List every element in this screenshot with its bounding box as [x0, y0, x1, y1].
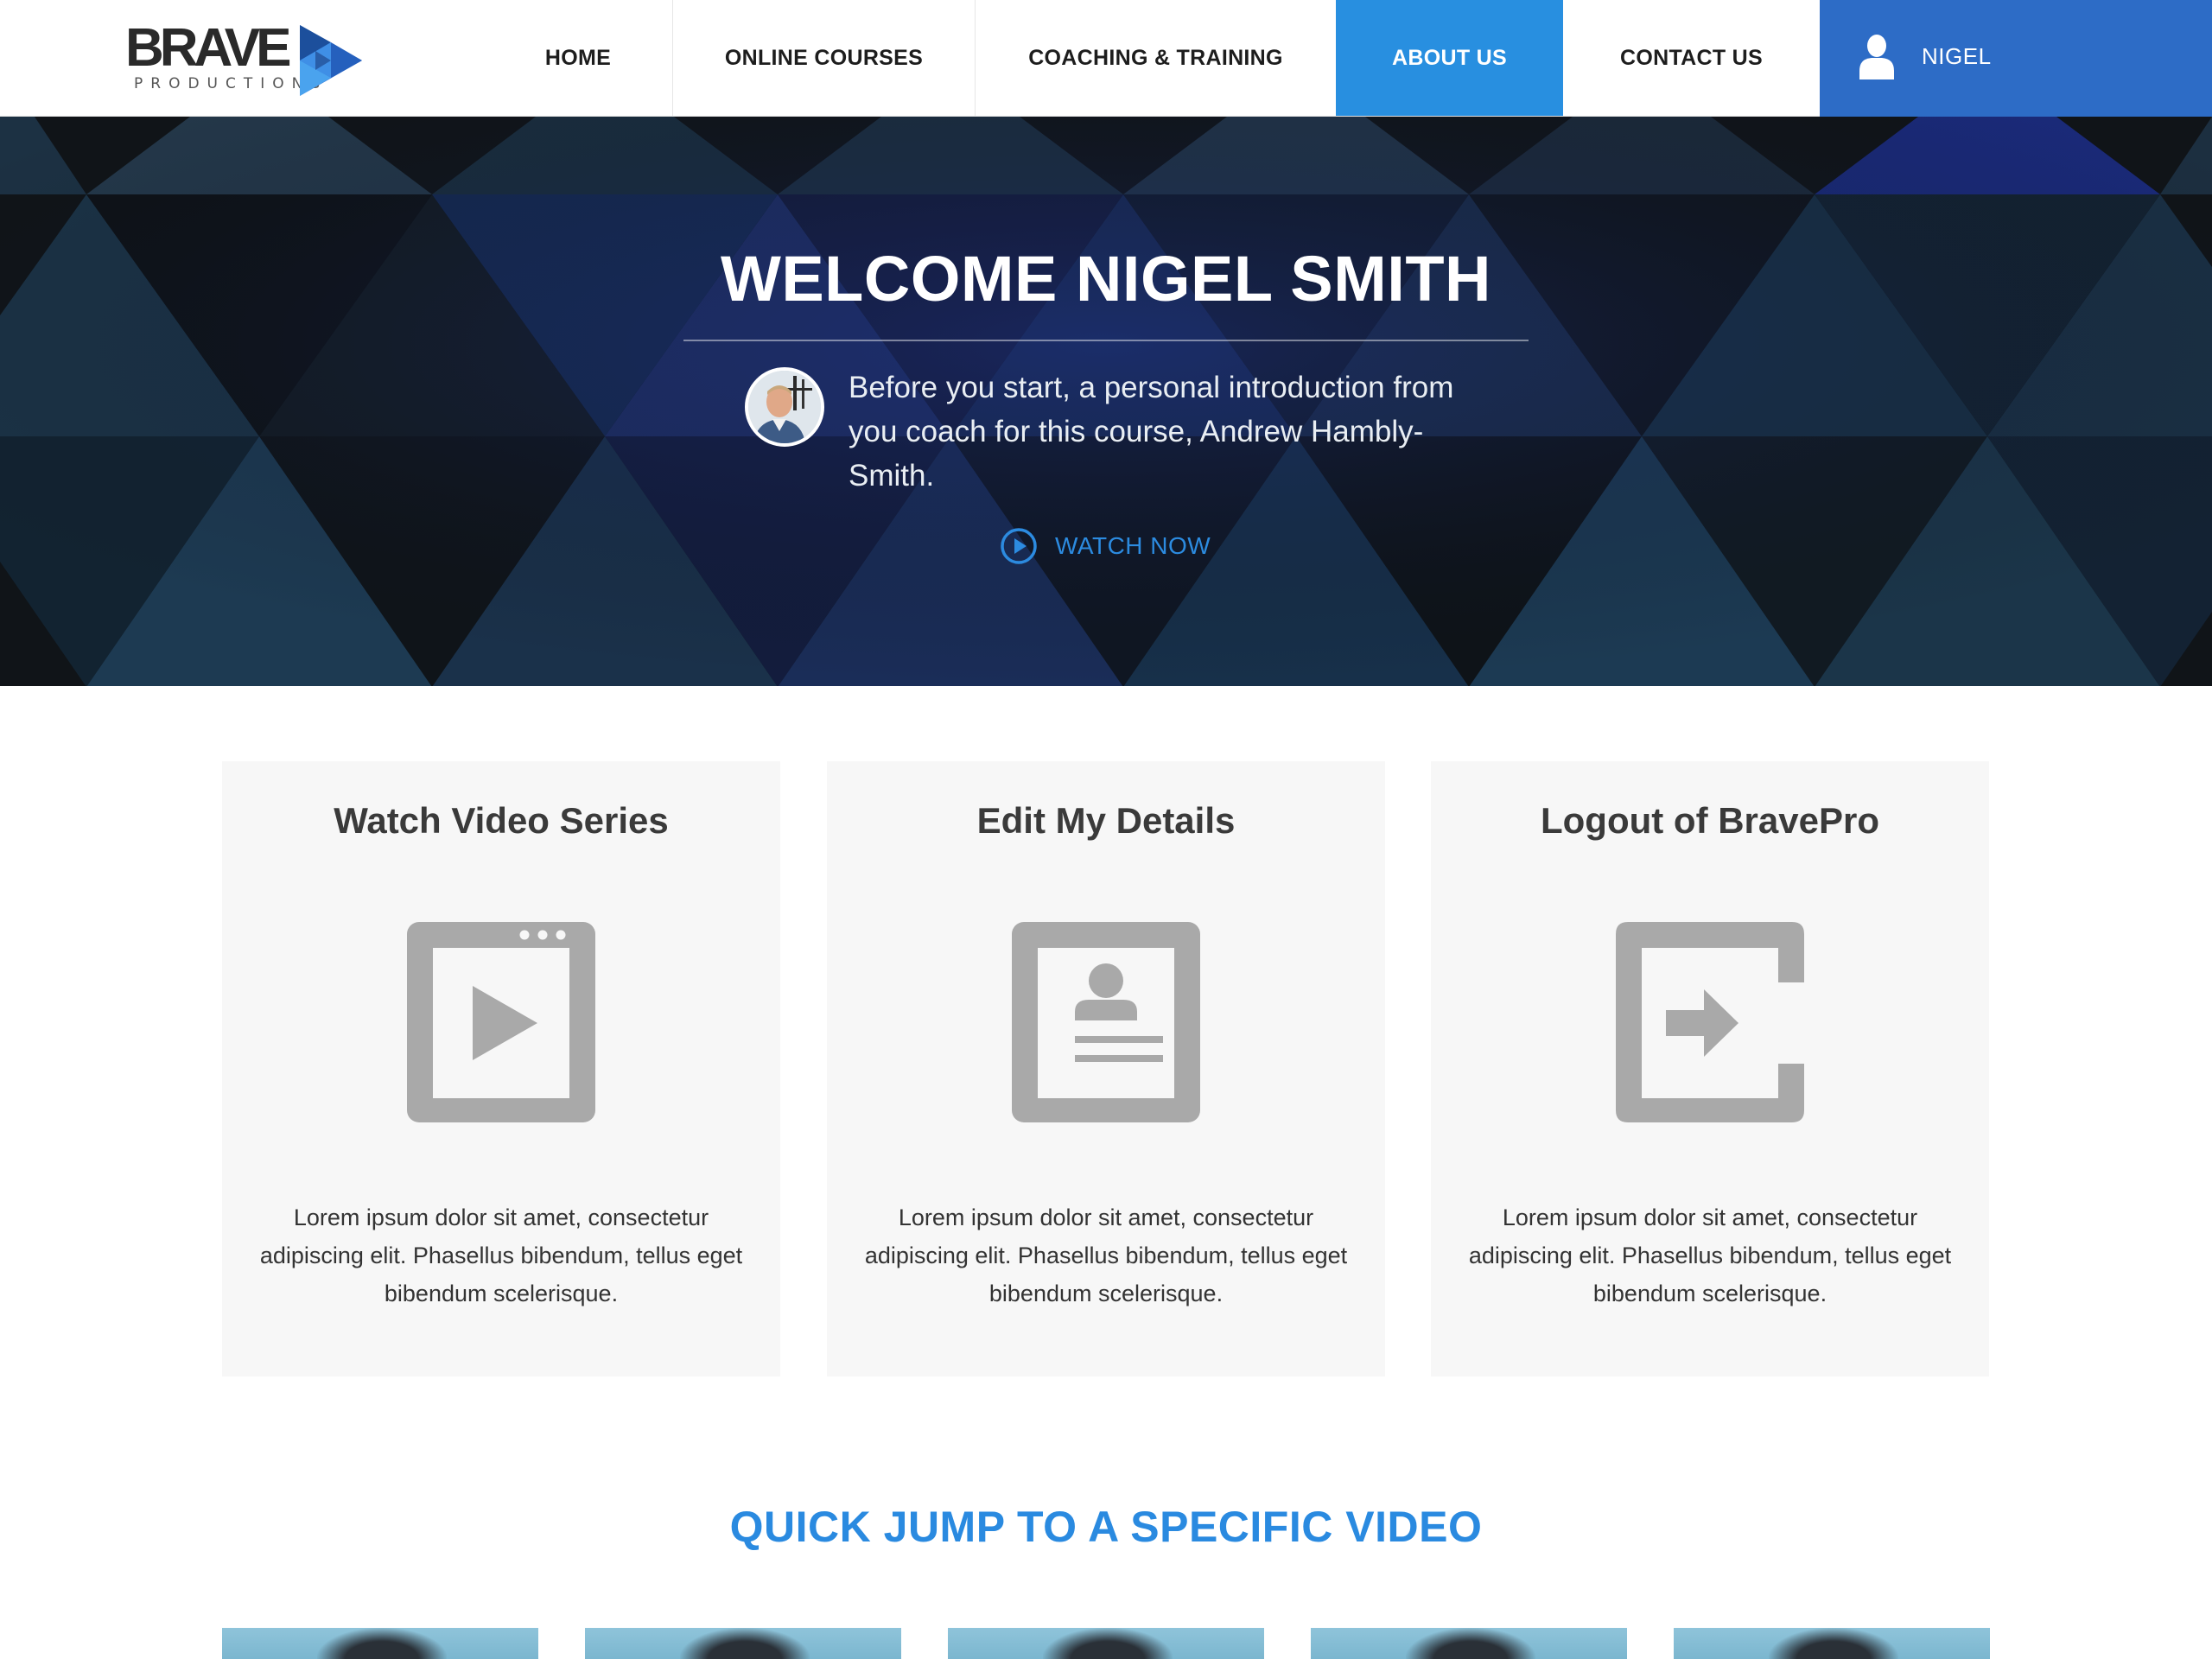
- video-thumbnail[interactable]: [222, 1628, 538, 1659]
- hero-banner: WELCOME NIGEL SMITH Before you start, a …: [0, 117, 2212, 686]
- coach-intro-text: Before you start, a personal introductio…: [849, 371, 1454, 493]
- watch-now-link[interactable]: WATCH NOW: [1000, 525, 1211, 567]
- logo-tagline: PRODUCTIONS: [134, 75, 328, 92]
- card-description: Lorem ipsum dolor sit amet, consectetur …: [1468, 1205, 1952, 1306]
- video-player-icon: [407, 922, 595, 1122]
- nav-coaching-training[interactable]: COACHING & TRAINING: [976, 0, 1336, 116]
- user-menu[interactable]: NIGEL: [1820, 0, 2212, 117]
- coach-avatar: [745, 367, 824, 447]
- brave-logo[interactable]: BRAVE PRODUCTIONS: [125, 22, 367, 99]
- card-watch-video-series[interactable]: Watch Video Series Lorem ipsum dolor sit…: [222, 761, 780, 1376]
- nav-about-us[interactable]: ABOUT US: [1336, 0, 1563, 116]
- card-title: Logout of BravePro: [1540, 800, 1879, 841]
- nav-contact-us[interactable]: CONTACT US: [1563, 0, 1820, 116]
- video-thumbnail[interactable]: [1674, 1628, 1990, 1659]
- card-edit-my-details[interactable]: Edit My Details Lorem ipsum dolor sit am…: [827, 761, 1385, 1376]
- user-icon: [1859, 35, 1894, 79]
- card-title: Edit My Details: [976, 800, 1236, 841]
- play-circle-icon: [1001, 528, 1037, 564]
- watch-now-label: WATCH NOW: [1055, 532, 1211, 559]
- video-thumbnail[interactable]: [585, 1628, 901, 1659]
- quick-jump-title: QUICK JUMP TO A SPECIFIC VIDEO: [729, 1503, 1483, 1551]
- video-thumbnail[interactable]: [1311, 1628, 1627, 1659]
- video-thumbnails: [222, 1628, 1991, 1659]
- nav-home[interactable]: HOME: [484, 0, 673, 116]
- nav-online-courses[interactable]: ONLINE COURSES: [673, 0, 976, 116]
- profile-card-icon: [1012, 922, 1200, 1122]
- card-title: Watch Video Series: [334, 800, 669, 841]
- card-logout[interactable]: Logout of BravePro Lorem ipsum dolor sit…: [1431, 761, 1989, 1376]
- logo-play-mark-icon: [300, 25, 362, 96]
- hero-divider: [683, 340, 1529, 341]
- card-description: Lorem ipsum dolor sit amet, consectetur …: [259, 1205, 743, 1306]
- logo-wordmark: BRAVE: [125, 18, 291, 78]
- video-thumbnail[interactable]: [948, 1628, 1264, 1659]
- logout-icon: [1616, 922, 1804, 1122]
- welcome-title: WELCOME NIGEL SMITH: [720, 243, 1491, 315]
- card-description: Lorem ipsum dolor sit amet, consectetur …: [864, 1205, 1348, 1306]
- user-name: NIGEL: [1922, 43, 1992, 69]
- site-header: BRAVE PRODUCTIONS HOME ONLINE COURSES CO…: [0, 0, 2212, 117]
